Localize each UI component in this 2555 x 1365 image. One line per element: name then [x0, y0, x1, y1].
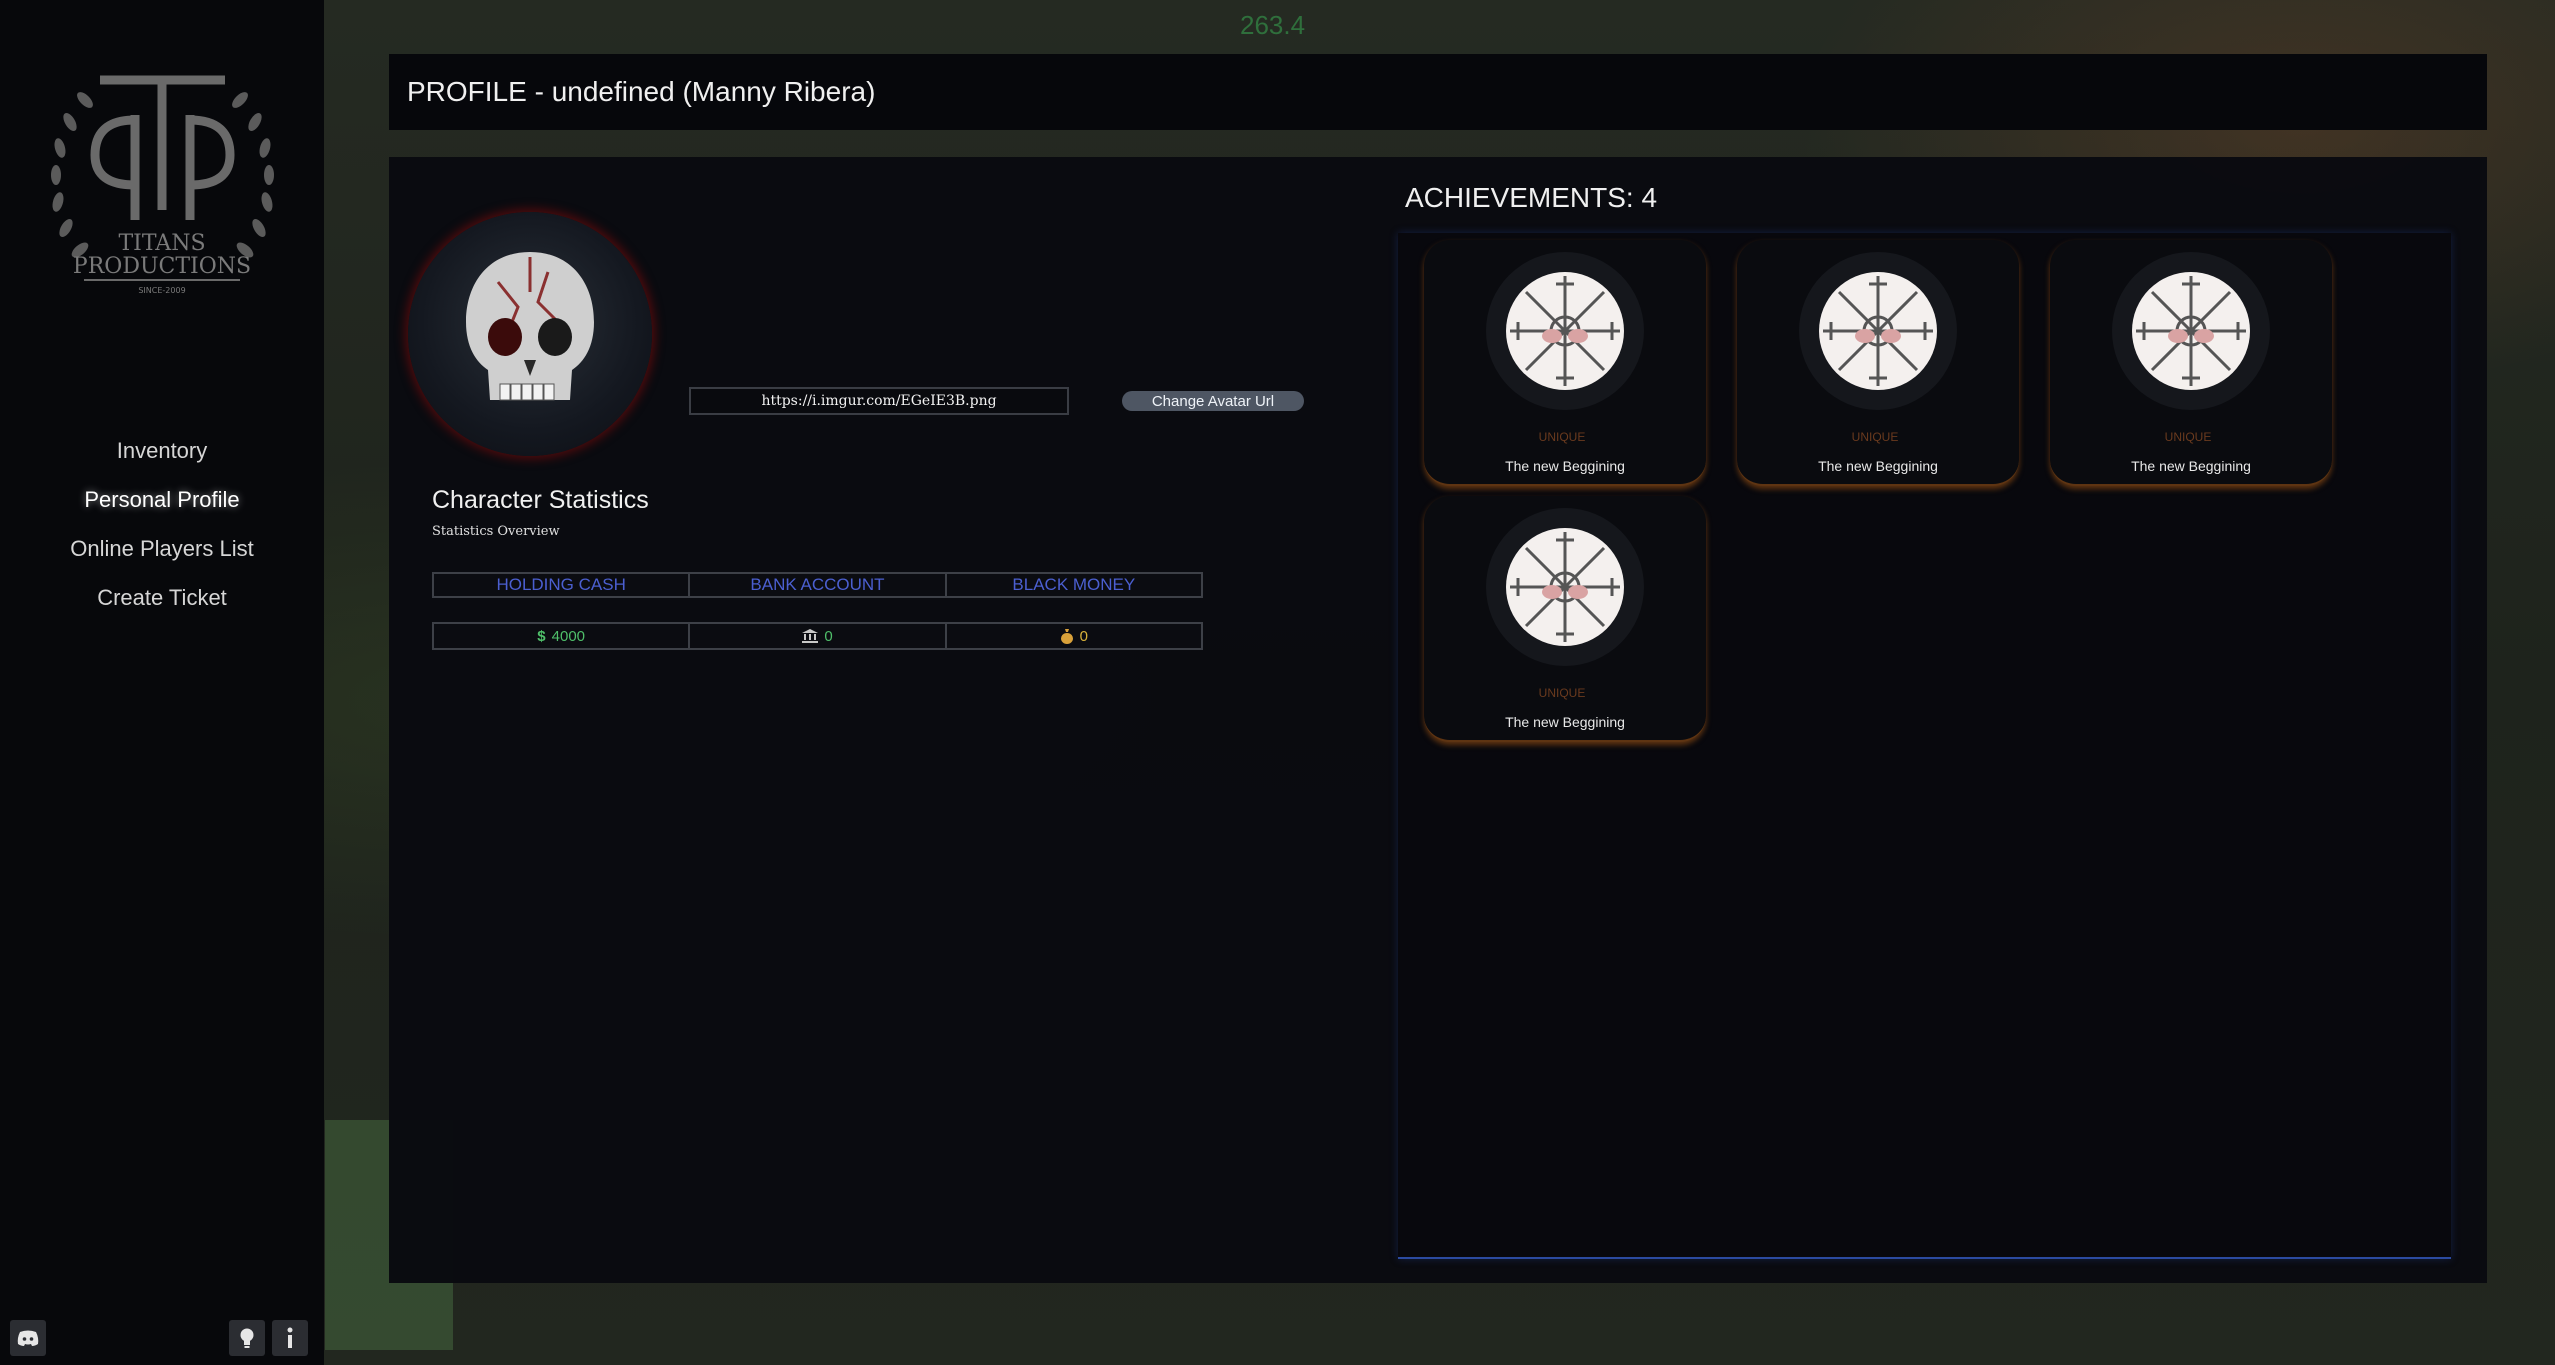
logo-title: TITANS: [118, 231, 205, 256]
stats-header-row: HOLDING CASH BANK ACCOUNT BLACK MONEY: [432, 572, 1203, 598]
bank-icon: [802, 629, 819, 643]
bank-account-header: BANK ACCOUNT: [690, 574, 947, 596]
bank-account-cell: 0: [690, 624, 947, 648]
sidebar-item-personal-profile[interactable]: Personal Profile: [0, 479, 324, 528]
holding-cash-header: HOLDING CASH: [434, 574, 691, 596]
achievement-card[interactable]: UNIQUE The new Beggining: [2050, 240, 2332, 486]
stats-values-row: $ 4000 0 0: [432, 622, 1203, 650]
info-button[interactable]: [272, 1320, 308, 1356]
black-money-cell: 0: [947, 624, 1201, 648]
avatar: [408, 212, 652, 456]
black-money-value: 0: [1079, 627, 1088, 645]
achievement-card[interactable]: UNIQUE The new Beggining: [1424, 496, 1706, 742]
profile-header: PROFILE - undefined (Manny Ribera): [389, 54, 2487, 130]
achievement-rarity: UNIQUE: [1851, 430, 1899, 444]
vegvisir-icon: [1486, 252, 1644, 410]
titans-productions-logo: TITANS PRODUCTIONS SINCE-2009: [40, 60, 285, 300]
info-icon: [287, 1327, 293, 1348]
skull-avatar-image: [466, 252, 594, 401]
achievement-rarity: UNIQUE: [2164, 430, 2212, 444]
discord-button[interactable]: [10, 1320, 46, 1356]
achievement-name: The new Beggining: [1505, 458, 1625, 474]
sidebar-item-inventory[interactable]: Inventory: [0, 430, 324, 479]
hud-speed: 263.4: [1240, 10, 1306, 40]
tips-button[interactable]: [229, 1320, 265, 1356]
character-statistics-title: Character Statistics: [432, 486, 649, 514]
vegvisir-icon: [1799, 252, 1957, 410]
change-avatar-url-button[interactable]: Change Avatar Url: [1122, 391, 1304, 411]
achievement-rarity: UNIQUE: [1538, 430, 1586, 444]
achievements-title: ACHIEVEMENTS: 4: [1405, 182, 1658, 213]
page-title: PROFILE - undefined (Manny Ribera): [407, 76, 876, 107]
discord-icon: [17, 1330, 39, 1346]
statistics-overview-subtitle: Statistics Overview: [432, 524, 560, 539]
sidebar-nav: Inventory Personal Profile Online Player…: [0, 430, 324, 626]
bank-account-value: 0: [824, 627, 833, 645]
dollar-icon: $: [537, 627, 546, 645]
lightbulb-icon: [240, 1328, 254, 1348]
achievement-name: The new Beggining: [2131, 458, 2251, 474]
vegvisir-icon: [2112, 252, 2270, 410]
holding-cash-value: 4000: [551, 627, 586, 645]
sidebar: TITANS PRODUCTIONS SINCE-2009 Inventory …: [0, 0, 324, 1365]
achievement-card[interactable]: UNIQUE The new Beggining: [1424, 240, 1706, 486]
holding-cash-cell: $ 4000: [434, 624, 691, 648]
black-money-header: BLACK MONEY: [1012, 575, 1136, 594]
achievement-name: The new Beggining: [1818, 458, 1938, 474]
achievement-name: The new Beggining: [1505, 714, 1625, 730]
achievement-card[interactable]: UNIQUE The new Beggining: [1737, 240, 2019, 486]
avatar-url-input[interactable]: [689, 387, 1069, 415]
money-bag-icon: [1060, 629, 1073, 644]
logo-since: SINCE-2009: [138, 286, 185, 295]
vegvisir-icon: [1486, 508, 1644, 666]
logo-subtitle: PRODUCTIONS: [73, 254, 251, 279]
sidebar-item-create-ticket[interactable]: Create Ticket: [0, 577, 324, 626]
achievement-rarity: UNIQUE: [1538, 686, 1586, 700]
sidebar-item-online-players-list[interactable]: Online Players List: [0, 528, 324, 577]
